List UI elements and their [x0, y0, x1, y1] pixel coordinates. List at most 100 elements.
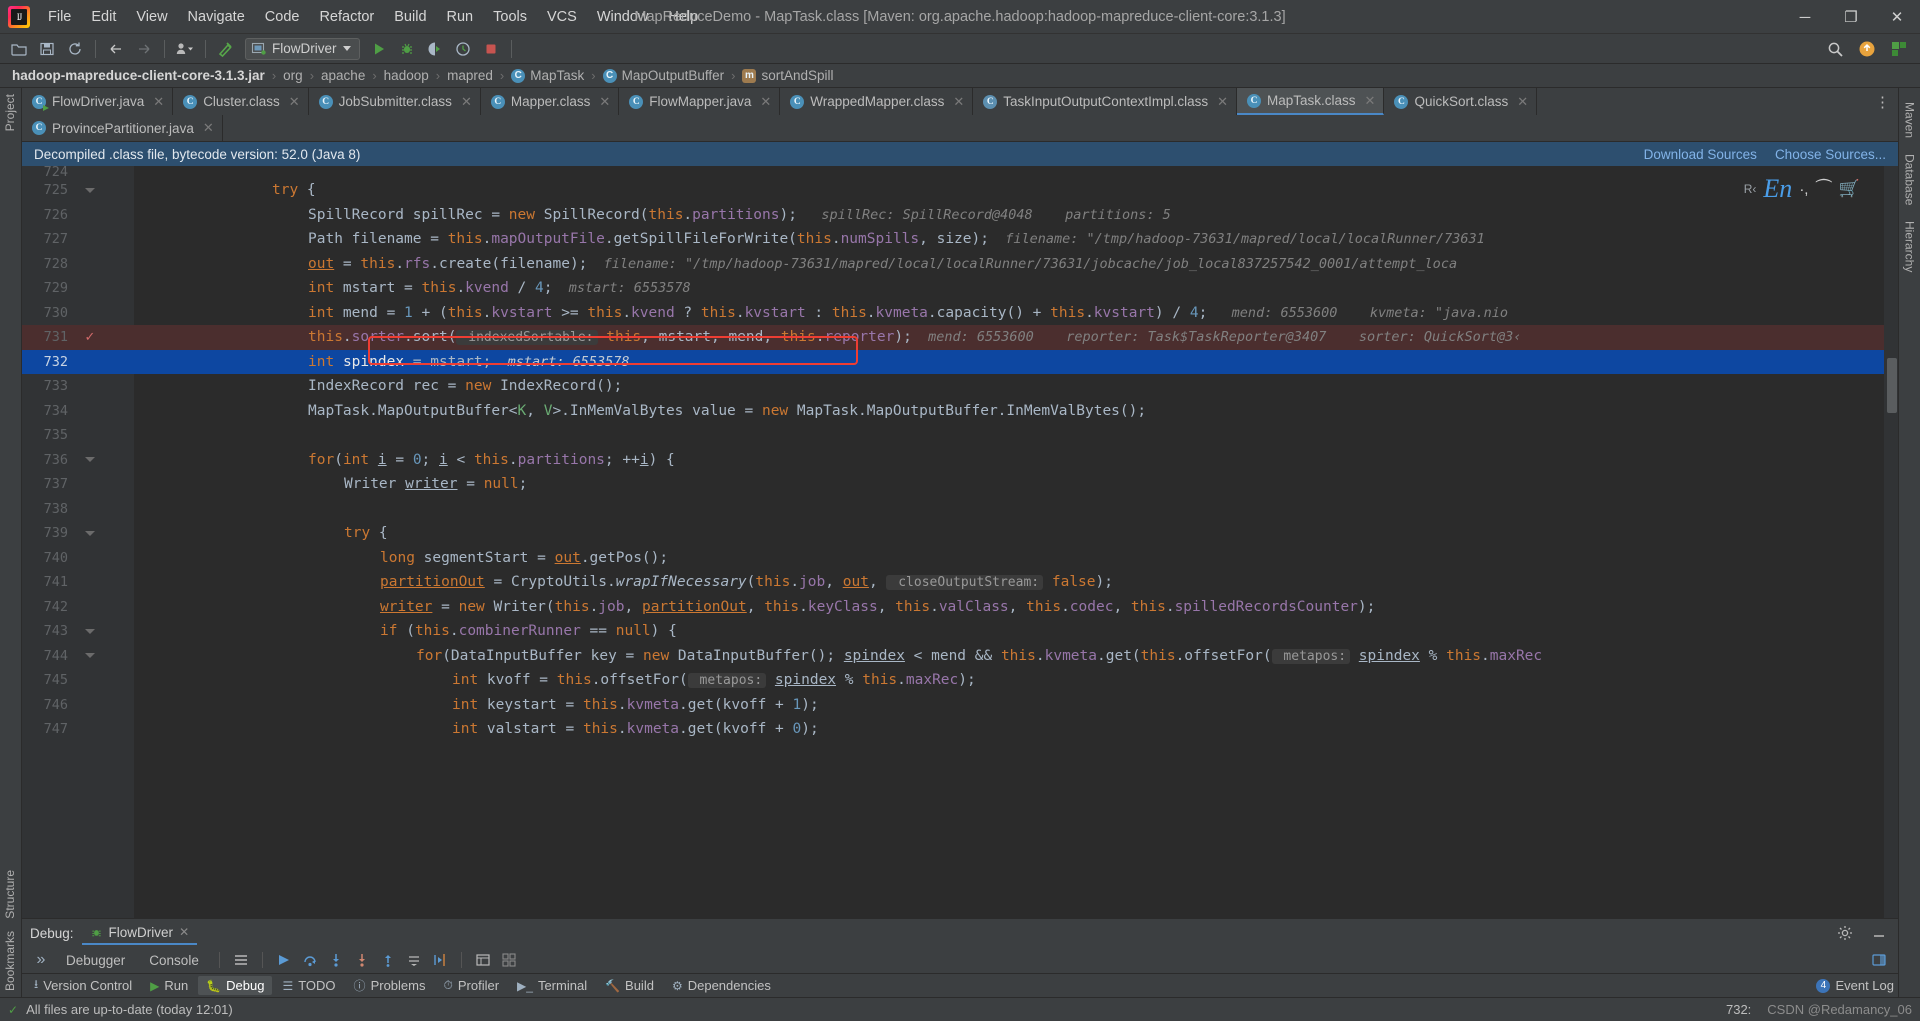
tab-jobsubmitter-class[interactable]: C JobSubmitter.class ✕ — [308, 88, 481, 115]
code-line-729[interactable]: 729 int mstart = this.kvend / 4; mstart:… — [22, 276, 1898, 301]
tab-maptask-class[interactable]: C MapTask.class ✕ — [1237, 88, 1385, 115]
scrollbar-thumb[interactable] — [1887, 358, 1897, 413]
tab-cluster-class[interactable]: C Cluster.class ✕ — [173, 88, 309, 115]
fold-gutter[interactable] — [78, 530, 102, 536]
code-line-735[interactable]: 735 — [22, 423, 1898, 448]
code-line-728[interactable]: 728 out = this.rfs.create(filename); fil… — [22, 252, 1898, 277]
tool-button-build[interactable]: 🔨 Build — [597, 976, 662, 995]
run-configuration-selector[interactable]: FlowDriver — [245, 37, 360, 60]
close-icon[interactable]: ✕ — [1217, 94, 1228, 110]
menu-run[interactable]: Run — [437, 6, 484, 28]
ime-punctuation-icon[interactable]: ·, — [1799, 181, 1808, 198]
code-line-741[interactable]: 741 partitionOut = CryptoUtils.wrapIfNec… — [22, 570, 1898, 595]
code-line-727[interactable]: 727 Path filename = this.mapOutputFile.g… — [22, 227, 1898, 252]
tab-quicksort-class[interactable]: C QuickSort.class ✕ — [1384, 88, 1538, 115]
debug-icon[interactable] — [394, 37, 420, 61]
close-icon[interactable]: ✕ — [953, 94, 964, 110]
back-arrow-icon[interactable] — [103, 37, 129, 61]
tab-taskinputoutputcontextimpl-class[interactable]: C TaskInputOutputContextImpl.class ✕ — [973, 88, 1238, 115]
breadcrumb-item-hadoop[interactable]: hadoop — [384, 68, 429, 83]
choose-sources-link[interactable]: Choose Sources... — [1775, 147, 1886, 162]
breadcrumb-item-sortandspill[interactable]: m sortAndSpill — [742, 68, 834, 83]
run-icon[interactable] — [366, 37, 392, 61]
tabs-overflow-menu-icon[interactable]: ⋮ — [1867, 88, 1898, 115]
code-line-726[interactable]: 726 SpillRecord spillRec = new SpillReco… — [22, 203, 1898, 228]
menu-code[interactable]: Code — [255, 6, 310, 28]
menu-view[interactable]: View — [126, 6, 177, 28]
close-icon[interactable]: ✕ — [1517, 94, 1528, 110]
code-line-725[interactable]: 725 try { — [22, 178, 1898, 203]
tool-button-bookmarks[interactable]: Bookmarks — [0, 925, 21, 997]
close-icon[interactable]: ✕ — [461, 94, 472, 110]
tool-button-todo[interactable]: ☰ TODO — [274, 976, 343, 995]
minimize-icon[interactable] — [1868, 923, 1890, 943]
tool-button-run[interactable]: ▶ Run — [142, 976, 196, 995]
fold-gutter[interactable] — [78, 653, 102, 659]
code-line-736[interactable]: 736 for(int i = 0; i < this.partitions; … — [22, 448, 1898, 473]
code-line-724[interactable]: 724 — [22, 166, 1898, 180]
editor-lines[interactable]: 724 725 try { 726 SpillRecord spillRec =… — [22, 166, 1898, 918]
run-with-coverage-icon[interactable] — [422, 37, 448, 61]
fold-gutter[interactable] — [78, 187, 102, 193]
code-line-739[interactable]: 739 try { — [22, 521, 1898, 546]
code-line-740[interactable]: 740 long segmentStart = out.getPos(); — [22, 546, 1898, 571]
close-icon[interactable]: ✕ — [153, 94, 164, 110]
profile-dropdown-icon[interactable] — [172, 37, 198, 61]
breadcrumb-item-mapoutputbuffer[interactable]: C MapOutputBuffer — [602, 68, 724, 83]
menu-vcs[interactable]: VCS — [537, 6, 587, 28]
minimize-button[interactable]: ─ — [1782, 0, 1828, 34]
close-icon[interactable]: ✕ — [599, 94, 610, 110]
fold-gutter[interactable] — [78, 628, 102, 634]
debug-session-tab[interactable]: FlowDriver ✕ — [81, 922, 198, 945]
menu-file[interactable]: File — [38, 6, 81, 28]
tab-flowdriver-java[interactable]: C FlowDriver.java ✕ — [22, 88, 174, 115]
run-to-cursor-icon[interactable] — [429, 950, 451, 970]
event-log-button[interactable]: 4 Event Log — [1816, 978, 1894, 993]
close-icon[interactable]: ✕ — [289, 94, 300, 110]
evaluate-expression-icon[interactable] — [472, 950, 494, 970]
restore-layout-icon[interactable] — [1868, 950, 1890, 970]
fold-gutter[interactable] — [78, 457, 102, 463]
tab-wrappedmapper-class[interactable]: C WrappedMapper.class ✕ — [780, 88, 974, 115]
tool-button-problems[interactable]: ⓘ Problems — [346, 975, 434, 996]
layout-icon[interactable] — [230, 950, 252, 970]
step-over-icon[interactable] — [299, 950, 321, 970]
tool-button-maven[interactable]: Maven — [1901, 94, 1919, 146]
code-line-744[interactable]: 744 for(DataInputBuffer key = new DataIn… — [22, 644, 1898, 669]
ime-language-label[interactable]: En — [1763, 174, 1792, 204]
force-step-into-icon[interactable] — [351, 950, 373, 970]
ime-language-widget[interactable]: R‹ En ·, ⏜ 🛒 — [1744, 174, 1860, 204]
tool-button-terminal[interactable]: ▶_ Terminal — [509, 976, 595, 995]
code-line-731[interactable]: 731 ✓ this.sorter.sort( indexedSortable:… — [22, 325, 1898, 350]
forward-arrow-icon[interactable] — [131, 37, 157, 61]
close-icon[interactable]: ✕ — [1365, 93, 1376, 109]
tab-flowmapper-java[interactable]: C FlowMapper.java ✕ — [619, 88, 781, 115]
close-icon[interactable]: ✕ — [179, 925, 189, 939]
step-out-icon[interactable] — [377, 950, 399, 970]
stop-icon[interactable] — [478, 37, 504, 61]
menu-window[interactable]: Window — [587, 6, 659, 28]
tool-button-project[interactable]: Project — [0, 88, 21, 137]
show-execution-point-icon[interactable] — [273, 950, 295, 970]
open-folder-icon[interactable] — [6, 37, 32, 61]
close-icon[interactable]: ✕ — [203, 120, 214, 136]
code-line-746[interactable]: 746 int keystart = this.kvmeta.get(kvoff… — [22, 693, 1898, 718]
code-line-730[interactable]: 730 int mend = 1 + (this.kvstart >= this… — [22, 301, 1898, 326]
maximize-button[interactable]: ❐ — [1828, 0, 1874, 34]
tab-mapper-class[interactable]: C Mapper.class ✕ — [480, 88, 620, 115]
breadcrumb-item-org[interactable]: org — [283, 68, 303, 83]
caret-position[interactable]: 732: — [1726, 1002, 1751, 1017]
code-line-743[interactable]: 743 if (this.combinerRunner == null) { — [22, 619, 1898, 644]
code-line-734[interactable]: 734 MapTask.MapOutputBuffer<K, V>.InMemV… — [22, 399, 1898, 424]
step-into-icon[interactable] — [325, 950, 347, 970]
build-hammer-icon[interactable] — [213, 37, 239, 61]
code-line-747[interactable]: 747 int valstart = this.kvmeta.get(kvoff… — [22, 717, 1898, 742]
drop-frame-icon[interactable] — [403, 950, 425, 970]
code-editor[interactable]: 724 725 try { 726 SpillRecord spillRec =… — [22, 166, 1898, 918]
tool-button-debug[interactable]: 🐛 Debug — [198, 976, 273, 995]
tool-button-version-control[interactable]: ⭳ Version Control — [26, 973, 140, 998]
breadcrumb-item-apache[interactable]: apache — [321, 68, 365, 83]
code-line-745[interactable]: 745 int kvoff = this.offsetFor( metapos:… — [22, 668, 1898, 693]
download-sources-link[interactable]: Download Sources — [1644, 147, 1757, 162]
tool-button-structure[interactable]: Structure — [0, 864, 21, 925]
